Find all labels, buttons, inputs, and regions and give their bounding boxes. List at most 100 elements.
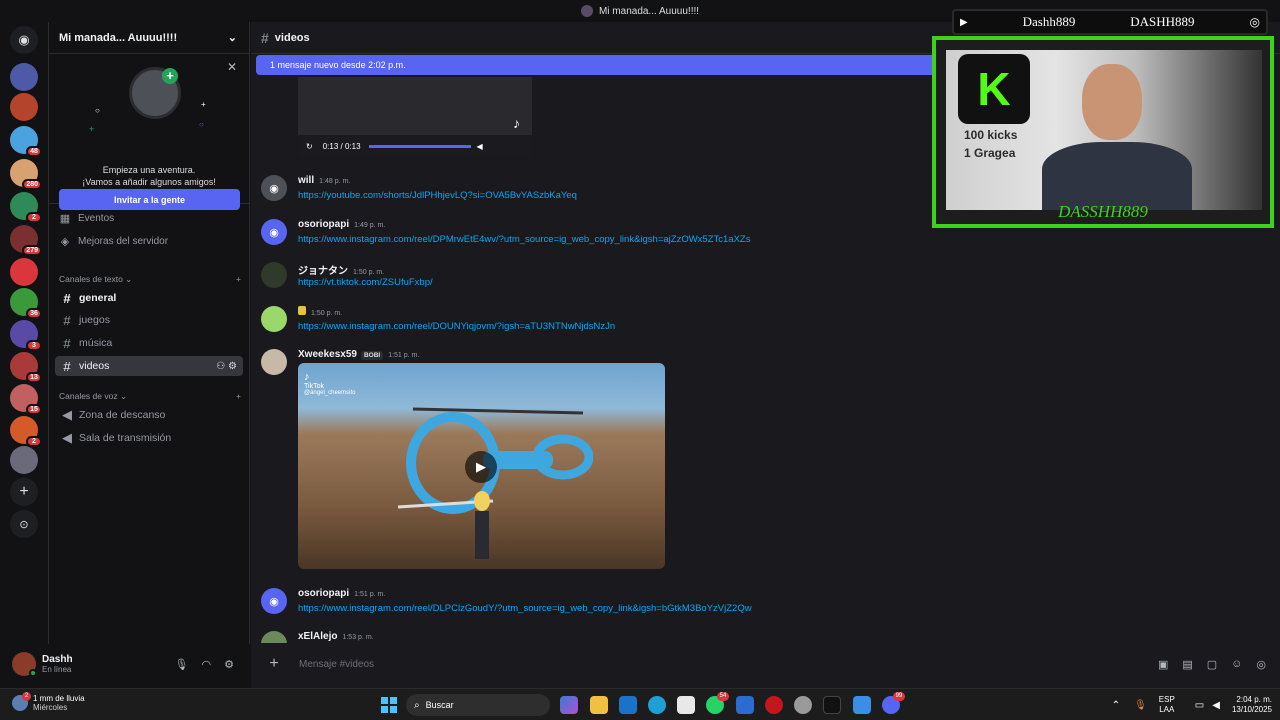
message-time: 1:51 p. m. [388,352,420,359]
network-icon[interactable]: ▭ [1195,700,1204,711]
sparkle-icon: ○ [95,106,100,115]
emoji-icon[interactable]: ☺ [1231,658,1242,671]
tiktok-label: TikTok [304,383,324,390]
file-explorer-icon[interactable] [590,696,608,714]
server-icon[interactable]: 48 [10,126,42,157]
message-author[interactable]: Xweekesx59 [298,349,357,360]
channel-general[interactable]: # general [55,288,243,308]
server-icon[interactable] [10,446,38,474]
server-icon[interactable]: 2 [10,416,42,447]
add-member-icon[interactable]: ⚇ [216,361,225,372]
attach-icon[interactable]: + [259,655,289,673]
server-icon[interactable] [10,258,38,286]
clock[interactable]: 2:04 p. m. 13/10/2025 [1232,695,1272,715]
avatar[interactable]: ◉ [261,588,287,614]
close-icon[interactable]: ✕ [227,60,237,74]
volume-icon[interactable]: ◀ [477,142,483,151]
edge-icon[interactable] [648,696,666,714]
store-icon[interactable] [677,696,695,714]
invite-line2: ¡Vamos a añadir algunos amigos! [82,177,216,187]
message-link[interactable]: https://www.instagram.com/reel/DPMrwEtE4… [298,234,750,245]
voice-category[interactable]: Canales de voz ⌄ + [59,391,241,402]
invite-button[interactable]: Invitar a la gente [59,189,240,210]
new-messages-bar[interactable]: 1 mensaje nuevo desde 2:02 p.m. [256,55,936,75]
server-icon[interactable]: 3 [10,320,42,351]
add-server-button[interactable]: + [10,478,38,506]
message-author[interactable]: xElAlejo [298,631,337,642]
status-online-icon [29,669,37,677]
copilot-icon[interactable] [560,696,578,714]
activity-icon[interactable]: ◎ [1256,658,1266,671]
message-author[interactable]: ジョナタン [298,266,348,277]
outlook-icon[interactable] [619,696,637,714]
video-player[interactable]: ♪ ↻ 0:13 / 0:13 ◀ [298,77,532,157]
microphone-icon[interactable]: 🎙︎ [1134,700,1147,711]
add-channel-icon[interactable]: + [236,274,241,285]
tiktok-icon[interactable] [823,696,841,714]
whatsapp-icon[interactable]: 54 [706,692,729,714]
volume-icon[interactable]: ◀ [1212,700,1220,711]
server-icon[interactable] [10,63,38,91]
language-indicator[interactable]: ESP LAA [1159,695,1175,715]
server-icon[interactable]: 15 [10,384,42,415]
video-progress-bar[interactable] [368,144,471,148]
sticker-icon[interactable]: ▢ [1207,658,1217,671]
avatar[interactable] [261,349,287,375]
taskbar-search[interactable]: ⌕ Buscar [406,694,550,716]
server-header[interactable]: Mi manada... Auuuu!!!! ⌄ [49,22,249,54]
chrome-icon[interactable] [794,696,812,714]
message-time: 1:51 p. m. [354,591,386,598]
text-category[interactable]: Canales de texto ⌄ + [59,274,241,285]
avatar[interactable] [261,306,287,332]
server-icon[interactable]: 13 [10,352,42,383]
server-icon[interactable]: 36 [10,288,42,319]
server-icon[interactable] [10,93,38,121]
voice-channel-descanso[interactable]: ◀ Zona de descanso [55,405,243,425]
avatar[interactable] [261,262,287,288]
avatar[interactable] [261,631,287,643]
message-link[interactable]: https://youtube.com/shorts/JdlPHhjevLQ?s… [298,190,577,201]
avatar[interactable]: ◉ [261,219,287,245]
server-icon[interactable]: 279 [10,225,42,256]
events-link[interactable]: ▦ Eventos [59,212,114,225]
play-button[interactable]: ▶ [465,451,497,483]
user-name: Dashh [42,654,73,665]
replay-icon[interactable]: ↻ [306,142,313,151]
discord-home-icon[interactable]: ◉ [10,26,38,54]
chevron-up-icon[interactable]: ⌃ [1112,700,1120,711]
message-composer[interactable]: + Mensaje #videos ▣ ▤ ▢ ☺ ◎ [259,646,1272,682]
opera-icon[interactable] [765,696,783,714]
notepad-icon[interactable] [736,696,754,714]
windows-start-icon[interactable] [381,697,397,713]
kicks-count: 100 kicks [964,128,1018,142]
discover-icon[interactable]: ⊙ [10,510,38,538]
gear-icon[interactable]: ⚙ [224,658,234,671]
boosts-link[interactable]: ◈ Mejoras del servidor [59,235,168,248]
discord-icon[interactable]: 99 [882,692,905,714]
channel-juegos[interactable]: # juegos [55,310,243,330]
channel-videos[interactable]: # videos ⚇ ⚙ [55,356,243,376]
message-input[interactable]: Mensaje #videos [299,659,374,670]
message-author[interactable]: osoriopapi [298,219,349,230]
gift-icon[interactable]: ▣ [1158,658,1168,671]
server-icon[interactable]: 2 [10,192,42,223]
weather-widget[interactable]: 2 1 mm de lluvia Miércoles [12,692,85,712]
add-channel-icon[interactable]: + [236,391,241,402]
headphones-icon[interactable]: ◠ [202,658,212,671]
server-icon[interactable]: 280 [10,159,42,190]
gif-icon[interactable]: ▤ [1182,658,1192,671]
message-link[interactable]: https://www.instagram.com/reel/DLPClzGou… [298,603,752,614]
video-embed[interactable]: ♪ TikTok @ángel_cheemsito ▶ [298,363,665,569]
message-author[interactable]: will [298,175,314,186]
avatar[interactable]: ◉ [261,175,287,201]
avatar[interactable] [12,652,37,677]
hash-icon: # [261,29,269,46]
photos-icon[interactable] [853,696,871,714]
channel-musica[interactable]: # música [55,333,243,353]
gear-icon[interactable]: ⚙ [228,361,237,372]
message-author[interactable]: osoriopapi [298,588,349,599]
voice-channel-transmision[interactable]: ◀ Sala de transmisión [55,428,243,448]
message-link[interactable]: https://www.instagram.com/reel/DOUNYiqjo… [298,321,615,332]
microphone-icon[interactable]: 🎙︎ [175,658,189,671]
message-link[interactable]: https://vt.tiktok.com/ZSUfuFxbp/ [298,277,433,288]
